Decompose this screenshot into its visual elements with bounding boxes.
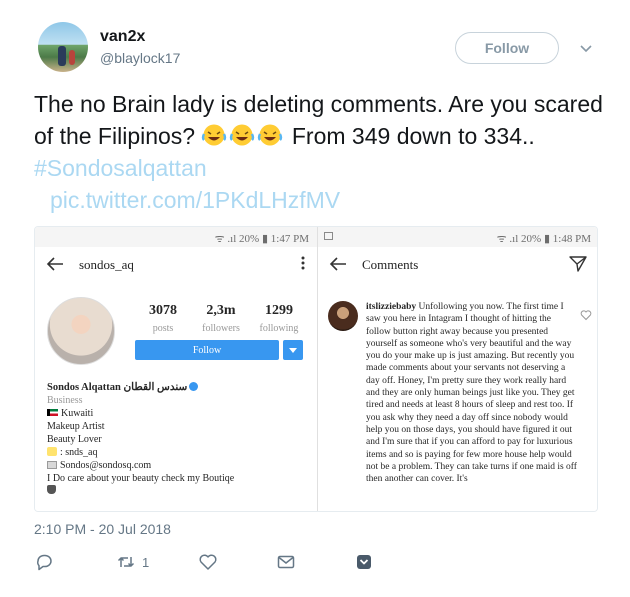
status-bar: ᯤ .ıl 20% ▮ 1:48 PM	[318, 227, 597, 247]
tweet-media[interactable]: ᯤ .ıl 20% ▮ 1:47 PM sondos_aq 3078 posts…	[34, 226, 598, 512]
battery-level: 20%	[521, 233, 542, 245]
bio-line: Makeup Artist	[47, 421, 105, 432]
heart-icon	[199, 554, 217, 570]
stat-label: posts	[152, 323, 174, 334]
gallery-icon	[324, 232, 333, 240]
stat-following: 1299 following	[251, 303, 307, 334]
envelope-icon	[277, 555, 295, 569]
commenter-avatar	[328, 301, 358, 331]
status-time: 1:48 PM	[552, 233, 591, 245]
direct-message-button[interactable]	[276, 552, 296, 572]
author-display-name[interactable]: van2x	[100, 28, 145, 46]
bio-email: Sondos@sondosq.com	[60, 460, 152, 471]
stat-followers: 2,3m followers	[193, 303, 249, 334]
stat-number: 2,3m	[206, 303, 236, 318]
back-arrow-icon[interactable]	[328, 256, 348, 272]
chevron-down-icon[interactable]	[578, 40, 594, 56]
instagram-follow-dropdown	[283, 340, 303, 360]
comments-title: Comments	[362, 257, 419, 272]
stat-posts: 3078 posts	[135, 303, 191, 334]
verified-badge-icon	[189, 382, 199, 391]
stat-number: 1299	[265, 303, 293, 318]
stat-label: followers	[202, 323, 240, 334]
tweet-header: van2x @blaylock17 Follow	[38, 22, 598, 76]
back-arrow-icon[interactable]	[45, 256, 65, 272]
signal-icon: ᯤ .ıl	[496, 233, 522, 245]
tweet-timestamp[interactable]: 2:10 PM - 20 Jul 2018	[34, 521, 171, 537]
tweet-actions: 1	[34, 552, 574, 574]
kuwait-flag-icon	[47, 409, 58, 416]
tweet-text-part2: From 349 down to 334..	[291, 123, 535, 149]
comment-text: Unfollowing you now. The first time I sa…	[366, 302, 577, 485]
comment-body: itslizziebaby Unfollowing you now. The f…	[366, 301, 578, 485]
author-avatar[interactable]	[38, 22, 88, 72]
comment-username: itslizziebaby	[366, 302, 417, 312]
stat-label: following	[259, 323, 299, 334]
instagram-follow-button: Follow	[135, 340, 279, 360]
retweet-icon	[117, 557, 135, 567]
bio-line: Kuwaiti	[61, 408, 94, 419]
reply-icon	[37, 554, 52, 571]
retweet-count: 1	[142, 554, 150, 570]
follow-button[interactable]: Follow	[455, 32, 559, 64]
bookmark-icon	[357, 555, 371, 569]
like-button[interactable]	[198, 552, 218, 572]
bio-line: I Do care about your beauty check my Bou…	[47, 473, 235, 484]
author-handle[interactable]: @blaylock17	[100, 50, 180, 66]
email-icon	[47, 461, 57, 469]
tweet-text: The no Brain lady is deleting comments. …	[34, 88, 604, 216]
stat-number: 3078	[149, 303, 177, 318]
profile-username: sondos_aq	[79, 257, 134, 272]
reply-button[interactable]	[34, 552, 54, 572]
heart-icon	[580, 310, 592, 321]
profile-bio: Sondos Alqattan سندس القطان Business Kuw…	[47, 381, 307, 498]
laughing-emoji-icon	[230, 124, 255, 146]
send-icon[interactable]	[569, 255, 587, 273]
profile-photo	[47, 297, 115, 365]
status-time: 1:47 PM	[270, 233, 309, 245]
bio-category: Business	[47, 395, 83, 406]
laughing-emoji-icon	[258, 124, 283, 146]
bio-name: Sondos Alqattan سندس القطان	[47, 382, 188, 393]
status-bar: ᯤ .ıl 20% ▮ 1:47 PM	[35, 227, 317, 247]
pic-link[interactable]: pic.twitter.com/1PKdLHzfMV	[34, 184, 604, 216]
battery-icon: ▮	[259, 233, 271, 245]
snapchat-icon	[47, 447, 57, 456]
laughing-emoji-icon	[202, 124, 227, 146]
bio-line: Beauty Lover	[47, 434, 102, 445]
more-options-icon[interactable]	[301, 255, 305, 271]
comments-app-bar: Comments	[318, 247, 597, 281]
profile-app-bar: sondos_aq	[35, 247, 317, 281]
battery-level: 20%	[239, 233, 260, 245]
signal-icon: ᯤ .ıl	[214, 233, 240, 245]
hashtag-link[interactable]: #Sondosalqattan	[34, 155, 207, 181]
battery-icon: ▮	[541, 233, 553, 245]
bookmark-button[interactable]	[354, 552, 374, 572]
retweet-button[interactable]: 1	[116, 552, 149, 572]
bio-snapchat: : snds_aq	[60, 447, 98, 458]
shopping-bag-icon	[47, 485, 56, 494]
instagram-profile-screenshot: ᯤ .ıl 20% ▮ 1:47 PM sondos_aq 3078 posts…	[35, 227, 318, 511]
instagram-comments-screenshot: ᯤ .ıl 20% ▮ 1:48 PM Comments itslizzieba…	[318, 227, 597, 511]
